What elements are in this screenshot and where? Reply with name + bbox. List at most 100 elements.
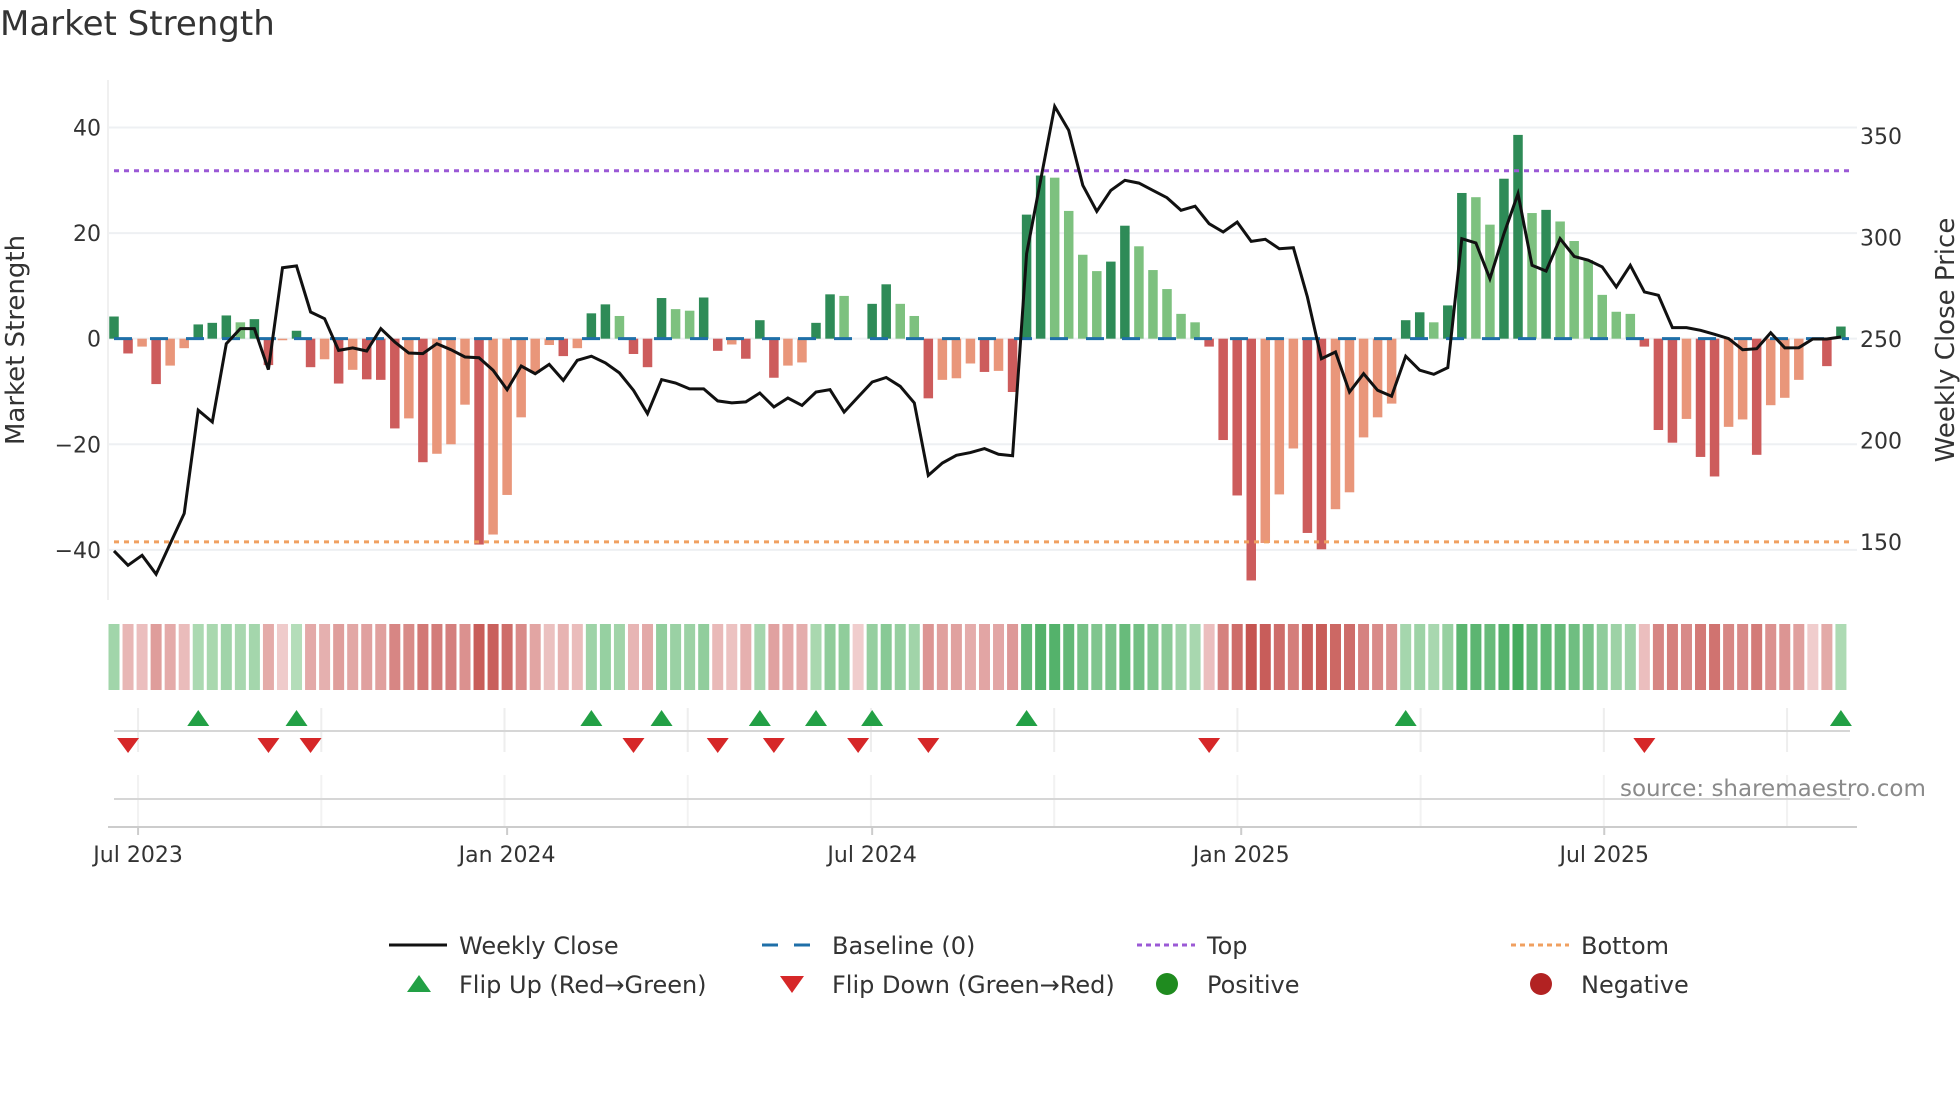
strength-heat-cell	[543, 624, 555, 690]
y2-axis-title: Weekly Close Price	[1931, 218, 1960, 463]
strength-heat-cell	[1007, 624, 1019, 690]
legend-item-baseline: Baseline (0)	[762, 932, 975, 960]
flip-down-marker	[1198, 738, 1221, 753]
strength-bar	[165, 338, 175, 366]
legend-label: Top	[1206, 932, 1248, 960]
strength-bar	[937, 338, 948, 380]
strength-heat-cell	[1119, 624, 1131, 690]
strength-bar	[376, 338, 386, 380]
strength-bar	[656, 298, 667, 339]
strength-bar	[698, 297, 709, 339]
strength-bar	[839, 295, 849, 339]
strength-bar	[755, 320, 765, 339]
flip-up-marker	[580, 710, 603, 726]
strength-bar	[712, 338, 723, 351]
strength-bar	[951, 338, 962, 379]
strength-heat-cell	[1526, 624, 1538, 690]
strength-heat-cell	[1077, 624, 1089, 690]
strength-bar	[1611, 311, 1622, 339]
strength-heat-cell	[908, 624, 920, 690]
strength-bar	[305, 338, 316, 368]
strength-bar	[277, 338, 288, 341]
strength-heat-cell	[866, 624, 878, 690]
strength-heat-cell	[1344, 624, 1356, 690]
flip-up-marker	[285, 710, 308, 726]
strength-heat-cell	[726, 624, 738, 690]
x-tick-label: Jan 2024	[457, 843, 556, 868]
strength-bar	[811, 322, 821, 339]
strength-heat-cell	[487, 624, 499, 690]
strength-bar	[670, 309, 681, 339]
strength-bar	[867, 303, 877, 339]
y2-tick-label: 200	[1860, 429, 1902, 454]
flip-down-marker	[299, 738, 322, 753]
strength-bar	[474, 338, 484, 545]
y-axis-title: Market Strength	[1, 235, 31, 445]
legend-label: Positive	[1207, 971, 1300, 999]
strength-bar	[1709, 338, 1720, 477]
strength-bar	[1625, 313, 1636, 339]
strength-heat-cell	[1596, 624, 1608, 690]
strength-bar	[1372, 338, 1383, 418]
flip-down-marker	[117, 738, 140, 753]
strength-heat-cell	[922, 624, 934, 690]
legend-item-weekly-close: Weekly Close	[389, 932, 619, 960]
strength-bar	[741, 338, 751, 359]
y-tick-label: 40	[73, 117, 101, 142]
strength-heat-cell	[417, 624, 429, 690]
strength-heat-cell	[1049, 624, 1061, 690]
strength-bar	[572, 338, 583, 349]
strength-heat-cell	[571, 624, 583, 690]
strength-heat-cell	[1315, 624, 1327, 690]
triangle-down-icon	[780, 976, 804, 993]
triangle-up-icon	[407, 975, 431, 992]
strength-heat-cell	[1737, 624, 1749, 690]
strength-heat-cell	[613, 624, 625, 690]
strength-heat-cell	[1610, 624, 1622, 690]
strength-heat-cell	[964, 624, 976, 690]
y2-tick-label: 300	[1860, 227, 1902, 252]
strength-bar	[460, 338, 470, 405]
legend-label: Weekly Close	[459, 932, 619, 960]
strength-bar	[1063, 210, 1074, 339]
strength-bar	[923, 338, 934, 399]
strength-heat-cell	[1807, 624, 1819, 690]
strength-bar	[1302, 338, 1313, 533]
strength-bar	[1695, 338, 1706, 457]
strength-bar	[642, 338, 653, 368]
strength-bar	[614, 315, 625, 339]
flip-down-marker	[706, 738, 729, 753]
flip-down-marker	[1633, 738, 1656, 753]
x-tick-label: Jul 2025	[1557, 843, 1649, 868]
strength-heat-cell	[838, 624, 850, 690]
strength-bar	[1527, 213, 1537, 339]
strength-heat-cell	[1498, 624, 1510, 690]
strength-heat-cell	[1793, 624, 1805, 690]
strength-bar	[418, 338, 428, 463]
strength-bar	[530, 338, 540, 373]
strength-bar	[151, 338, 161, 385]
strength-heat-cell	[164, 624, 176, 690]
strength-heat-cell	[136, 624, 148, 690]
strength-bar	[446, 338, 456, 445]
strength-heat-cell	[1203, 624, 1215, 690]
strength-heat-cell	[206, 624, 218, 690]
strength-heat-cell	[276, 624, 288, 690]
strength-bar	[1176, 313, 1186, 339]
flip-up-marker	[650, 710, 673, 726]
legend-label: Flip Up (Red→Green)	[459, 971, 707, 999]
strength-heat-cell	[1217, 624, 1229, 690]
strength-bar	[1765, 338, 1776, 406]
strength-heat-cell	[234, 624, 246, 690]
strength-bar	[1414, 312, 1425, 339]
strength-bar	[1429, 322, 1439, 339]
strength-bar	[1344, 338, 1355, 493]
strength-heat-cell	[712, 624, 724, 690]
strength-heat-cell	[824, 624, 836, 690]
strength-heat-cell	[473, 624, 485, 690]
strength-heat-cell	[950, 624, 962, 690]
strength-heat-cell	[445, 624, 457, 690]
strength-bar	[600, 304, 611, 339]
strength-heat-cell	[1821, 624, 1833, 690]
strength-bar	[993, 338, 1004, 371]
